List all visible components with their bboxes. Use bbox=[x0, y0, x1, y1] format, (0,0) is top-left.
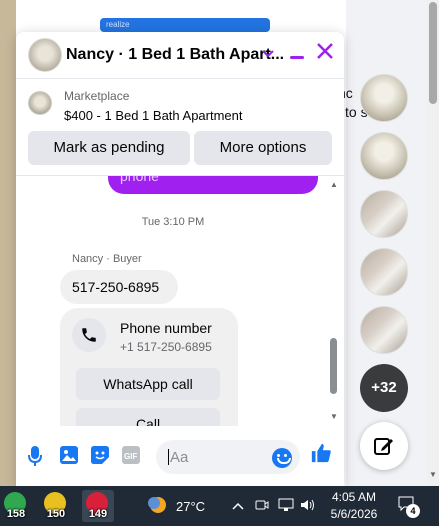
taskbar-app[interactable]: 150 bbox=[40, 490, 72, 522]
message-scrollbar[interactable]: ▲ ▼ bbox=[328, 176, 340, 426]
app-badge: 158 bbox=[6, 508, 26, 520]
whatsapp-call-button[interactable]: WhatsApp call bbox=[76, 368, 220, 400]
phone-icon bbox=[72, 318, 106, 352]
taskbar-app[interactable]: 149 bbox=[82, 490, 114, 522]
page-scrollbar[interactable]: ▼ bbox=[427, 0, 439, 486]
listing-title[interactable]: $400 - 1 Bed 1 Bath Apartment bbox=[64, 108, 243, 123]
outgoing-message: phone bbox=[108, 176, 318, 194]
outgoing-message-text: phone bbox=[120, 176, 159, 184]
chat-header[interactable]: Nancy · 1 Bed 1 Bath Apart... bbox=[16, 32, 344, 78]
phone-card-title: Phone number bbox=[120, 320, 212, 336]
notification-icon[interactable]: 4 bbox=[398, 496, 420, 518]
message-timestamp: Tue 3:10 PM bbox=[141, 216, 205, 228]
clock-time[interactable]: 4:05 AM bbox=[330, 490, 378, 504]
photo-icon[interactable] bbox=[60, 446, 78, 469]
mark-pending-button[interactable]: Mark as pending bbox=[28, 131, 190, 165]
chat-head-avatar[interactable] bbox=[360, 190, 408, 238]
scroll-down-arrow[interactable]: ▼ bbox=[330, 412, 338, 421]
composer: GIF Aa bbox=[16, 426, 344, 486]
chat-head-avatar[interactable] bbox=[360, 248, 408, 296]
close-icon[interactable] bbox=[316, 42, 334, 64]
taskbar: 158 150 149 27°C 4:05 AM 5/6/2026 4 bbox=[0, 486, 439, 526]
gif-icon[interactable]: GIF bbox=[122, 446, 140, 469]
chat-head-avatar[interactable] bbox=[360, 306, 408, 354]
phone-number-card: Phone number +1 517-250-6895 WhatsApp ca… bbox=[60, 308, 238, 426]
thumbs-up-icon[interactable] bbox=[310, 442, 332, 469]
temperature[interactable]: 27°C bbox=[176, 499, 205, 514]
chevron-up-icon[interactable] bbox=[232, 498, 244, 513]
page-scrollbar-thumb[interactable] bbox=[429, 2, 437, 104]
notification-badge: 4 bbox=[406, 504, 420, 518]
svg-text:GIF: GIF bbox=[124, 452, 137, 461]
message-input[interactable]: Aa bbox=[156, 440, 300, 474]
chat-head-avatar[interactable] bbox=[360, 74, 408, 122]
network-icon[interactable] bbox=[278, 498, 294, 515]
emoji-icon[interactable] bbox=[272, 448, 292, 468]
message-input-placeholder: Aa bbox=[170, 449, 189, 466]
phone-card-number: +1 517-250-6895 bbox=[120, 340, 212, 354]
microphone-icon[interactable] bbox=[28, 446, 42, 471]
app-badge: 149 bbox=[88, 508, 108, 520]
compose-icon bbox=[374, 438, 393, 455]
chevron-down-icon[interactable] bbox=[262, 45, 274, 61]
scroll-up-arrow[interactable]: ▲ bbox=[330, 180, 338, 189]
chat-head-avatar[interactable] bbox=[360, 132, 408, 180]
taskbar-app[interactable]: 158 bbox=[0, 490, 32, 522]
message-scrollbar-thumb[interactable] bbox=[330, 338, 337, 394]
listing-thumbnail[interactable] bbox=[28, 91, 52, 115]
chat-window: Nancy · 1 Bed 1 Bath Apart... Marketplac… bbox=[16, 32, 344, 486]
more-chats-button[interactable]: +32 bbox=[360, 364, 408, 412]
clock-date[interactable]: 5/6/2026 bbox=[326, 507, 382, 521]
weather-icon[interactable] bbox=[146, 494, 168, 516]
incoming-message: 517-250-6895 bbox=[60, 270, 178, 304]
text-cursor bbox=[168, 449, 169, 465]
message-list[interactable]: phone Tue 3:10 PM Nancy · Buyer 517-250-… bbox=[16, 176, 344, 426]
background-photo bbox=[0, 0, 16, 486]
chat-title[interactable]: Nancy · 1 Bed 1 Bath Apart... bbox=[66, 46, 284, 64]
sender-label: Nancy · Buyer bbox=[72, 253, 142, 265]
listing-avatar[interactable] bbox=[28, 38, 62, 72]
more-options-button[interactable]: More options bbox=[194, 131, 332, 165]
volume-icon[interactable] bbox=[300, 498, 316, 515]
marketplace-label: Marketplace bbox=[64, 89, 130, 103]
page-scroll-down-arrow[interactable]: ▼ bbox=[429, 470, 437, 479]
meet-icon[interactable] bbox=[255, 498, 269, 515]
background-message-text: realize bbox=[106, 20, 130, 29]
background-message: realize bbox=[100, 18, 270, 32]
minimize-icon[interactable] bbox=[290, 56, 304, 59]
app-badge: 150 bbox=[46, 508, 66, 520]
sticker-icon[interactable] bbox=[91, 446, 109, 469]
marketplace-bar: Marketplace $400 - 1 Bed 1 Bath Apartmen… bbox=[16, 78, 344, 176]
new-message-button[interactable] bbox=[360, 422, 408, 470]
call-button[interactable]: Call bbox=[76, 408, 220, 426]
